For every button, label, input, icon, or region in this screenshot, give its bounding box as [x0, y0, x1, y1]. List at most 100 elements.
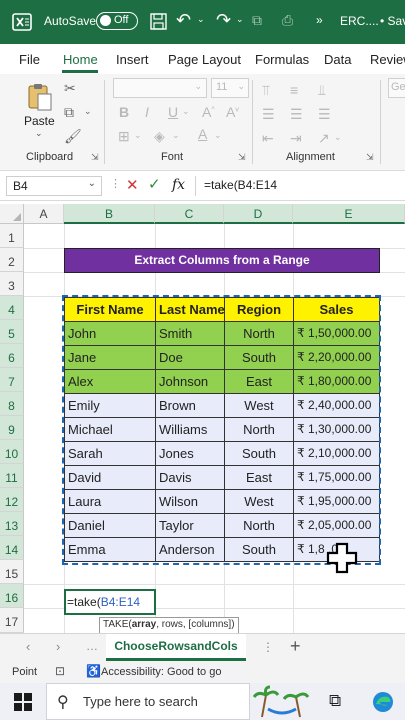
- table-cell[interactable]: North: [224, 513, 294, 538]
- column-header-d[interactable]: D: [224, 204, 293, 224]
- align-bottom-icon[interactable]: ⫫: [318, 82, 326, 99]
- taskbar-search[interactable]: ⚲ Type here to search: [46, 683, 250, 720]
- table-cell[interactable]: ₹ 1,95,000.00: [293, 489, 380, 514]
- bold-icon[interactable]: B: [119, 104, 129, 120]
- table-cell[interactable]: South: [224, 537, 294, 562]
- table-cell[interactable]: Smith: [155, 321, 225, 346]
- table-cell[interactable]: Emma: [64, 537, 156, 562]
- copy-icon[interactable]: ⧉: [64, 104, 74, 121]
- row-header-4[interactable]: 4: [0, 296, 24, 320]
- save-icon[interactable]: [150, 13, 167, 30]
- task-view-icon[interactable]: ⧉: [329, 691, 341, 711]
- italic-icon[interactable]: I: [145, 104, 149, 120]
- table-cell[interactable]: ₹ 1,30,000.00: [293, 417, 380, 442]
- more-commands-icon[interactable]: »: [316, 13, 323, 27]
- edge-browser-icon[interactable]: [372, 691, 394, 713]
- tab-file[interactable]: File: [19, 52, 40, 67]
- table-cell[interactable]: Brown: [155, 393, 225, 418]
- paste-dropdown-icon[interactable]: ⌄: [35, 128, 43, 139]
- table-cell[interactable]: Michael: [64, 417, 156, 442]
- align-center-icon[interactable]: ☰: [290, 106, 303, 123]
- borders-icon[interactable]: ⊞: [118, 128, 130, 145]
- redo-icon[interactable]: ↷: [216, 10, 231, 31]
- tab-data[interactable]: Data: [324, 52, 351, 67]
- header-cell[interactable]: Last Name: [155, 297, 225, 322]
- undo-icon[interactable]: ↶: [176, 10, 191, 31]
- table-cell[interactable]: West: [224, 393, 294, 418]
- table-cell[interactable]: David: [64, 465, 156, 490]
- align-top-icon[interactable]: ⫪: [262, 82, 270, 99]
- font-launcher-icon[interactable]: ⇲: [238, 152, 246, 163]
- table-cell[interactable]: ₹ 1,75,000.00: [293, 465, 380, 490]
- font-size-box[interactable]: 11 ⌄: [211, 78, 249, 98]
- table-cell[interactable]: Wilson: [155, 489, 225, 514]
- enter-icon[interactable]: ✓: [148, 175, 161, 193]
- table-cell[interactable]: Taylor: [155, 513, 225, 538]
- select-all-corner[interactable]: [0, 204, 24, 224]
- row-header-3[interactable]: 3: [0, 272, 24, 296]
- table-cell[interactable]: Sarah: [64, 441, 156, 466]
- font-color-dropdown-icon[interactable]: ⌄: [214, 130, 222, 141]
- name-box-dropdown-icon[interactable]: ⌄: [88, 178, 96, 189]
- copy-dropdown-icon[interactable]: ⌄: [84, 106, 92, 117]
- paste-icon[interactable]: [26, 82, 54, 112]
- row-header-16[interactable]: 16: [0, 584, 24, 608]
- table-cell[interactable]: South: [224, 345, 294, 370]
- row-header-9[interactable]: 9: [0, 416, 24, 440]
- table-cell[interactable]: ₹ 2,10,000.00: [293, 441, 380, 466]
- underline-icon[interactable]: U: [168, 104, 178, 120]
- row-header-17[interactable]: 17: [0, 608, 24, 633]
- row-header-10[interactable]: 10: [0, 440, 24, 464]
- tab-insert[interactable]: Insert: [116, 52, 149, 67]
- sheet-tab-active[interactable]: ChooseRowsandCols: [106, 634, 246, 661]
- table-cell[interactable]: Laura: [64, 489, 156, 514]
- sheet-title-cell[interactable]: Extract Columns from a Range: [64, 248, 380, 273]
- align-middle-icon[interactable]: ≡: [290, 82, 298, 98]
- align-right-icon[interactable]: ☰: [318, 106, 331, 123]
- column-header-e[interactable]: E: [293, 204, 405, 224]
- table-cell[interactable]: Williams: [155, 417, 225, 442]
- table-cell[interactable]: ₹ 1,80,000.00: [293, 369, 380, 394]
- beach-widget-icon[interactable]: [252, 685, 312, 719]
- column-header-c[interactable]: C: [155, 204, 224, 224]
- font-color-icon[interactable]: A: [198, 126, 207, 142]
- windows-start-icon[interactable]: [14, 693, 32, 711]
- row-header-13[interactable]: 13: [0, 512, 24, 536]
- scroll-left-icon[interactable]: ‹: [26, 639, 30, 654]
- header-cell[interactable]: Sales: [293, 297, 380, 322]
- cut-icon[interactable]: ✂: [64, 80, 76, 97]
- insert-function-icon[interactable]: fx: [172, 177, 185, 193]
- table-cell[interactable]: ₹ 1,50,000.00: [293, 321, 380, 346]
- orientation-icon[interactable]: ↗: [318, 130, 330, 147]
- number-format-box[interactable]: Ge: [388, 78, 405, 98]
- accessibility-status[interactable]: Accessibility: Good to go: [101, 666, 221, 678]
- table-cell[interactable]: ₹ 2,40,000.00: [293, 393, 380, 418]
- format-painter-icon[interactable]: 🖌: [64, 128, 82, 145]
- alignment-launcher-icon[interactable]: ⇲: [366, 152, 374, 163]
- row-header-11[interactable]: 11: [0, 464, 24, 488]
- table-cell[interactable]: North: [224, 417, 294, 442]
- cancel-icon[interactable]: ✕: [126, 176, 139, 194]
- editing-cell[interactable]: =take(B4:E14: [64, 589, 156, 615]
- row-header-1[interactable]: 1: [0, 224, 24, 248]
- fill-color-icon[interactable]: ◈: [154, 128, 165, 145]
- macro-record-icon[interactable]: ⊡: [55, 664, 65, 678]
- row-header-2[interactable]: 2: [0, 248, 24, 272]
- column-header-b[interactable]: B: [64, 204, 155, 224]
- decrease-font-icon[interactable]: Av: [226, 104, 239, 120]
- header-cell[interactable]: Region: [224, 297, 294, 322]
- more-sheets-icon[interactable]: …: [86, 639, 98, 653]
- tab-formulas[interactable]: Formulas: [255, 52, 309, 67]
- name-box[interactable]: B4 ⌄: [6, 176, 102, 196]
- decrease-indent-icon[interactable]: ⇤: [262, 130, 274, 147]
- row-header-5[interactable]: 5: [0, 320, 24, 344]
- tab-review[interactable]: Review: [370, 52, 405, 67]
- increase-font-icon[interactable]: A^: [202, 104, 215, 120]
- table-cell[interactable]: Doe: [155, 345, 225, 370]
- fill-color-dropdown-icon[interactable]: ⌄: [172, 130, 180, 141]
- row-header-14[interactable]: 14: [0, 536, 24, 560]
- table-cell[interactable]: Jones: [155, 441, 225, 466]
- table-cell[interactable]: West: [224, 489, 294, 514]
- table-cell[interactable]: South: [224, 441, 294, 466]
- table-cell[interactable]: Davis: [155, 465, 225, 490]
